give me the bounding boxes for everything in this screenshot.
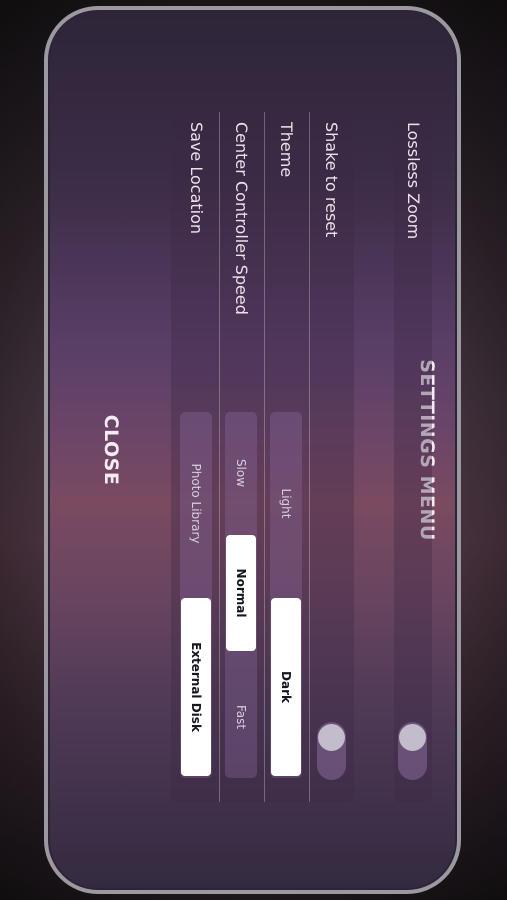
- theme-option-light[interactable]: Light: [270, 412, 302, 595]
- theme-row: Theme Light Dark: [264, 112, 309, 802]
- save-location-segmented-control: Photo Library External Disk: [180, 412, 212, 778]
- close-button[interactable]: CLOSE: [91, 12, 131, 888]
- settings-panel: Shake to reset Theme Light Dark Center C…: [171, 112, 354, 802]
- controller-speed-label: Center Controller Speed: [232, 122, 251, 315]
- theme-option-dark[interactable]: Dark: [271, 598, 301, 776]
- toggle-knob: [399, 724, 426, 751]
- theme-label: Theme: [277, 122, 296, 178]
- lossless-zoom-label: Lossless Zoom: [404, 122, 423, 240]
- shake-to-reset-row: Shake to reset: [309, 112, 354, 802]
- lossless-zoom-row: Lossless Zoom: [394, 112, 432, 802]
- settings-screen: SETTINGS MENU Lossless Zoom Shake to res…: [50, 12, 455, 888]
- controller-speed-segmented-control: Slow Normal Fast: [225, 412, 257, 778]
- theme-segmented-control: Light Dark: [270, 412, 302, 778]
- controller-speed-row: Center Controller Speed Slow Normal Fast: [219, 112, 264, 802]
- shake-to-reset-label: Shake to reset: [322, 122, 341, 238]
- save-location-label: Save Location: [187, 122, 206, 235]
- shake-to-reset-toggle[interactable]: [317, 722, 346, 780]
- settings-content: SETTINGS MENU Lossless Zoom Shake to res…: [50, 12, 455, 888]
- save-location-row: Save Location Photo Library External Dis…: [174, 112, 219, 802]
- speed-option-normal[interactable]: Normal: [226, 535, 256, 651]
- save-option-photo-library[interactable]: Photo Library: [180, 412, 212, 595]
- toggle-knob: [318, 724, 345, 751]
- lossless-zoom-toggle[interactable]: [398, 722, 427, 780]
- speed-option-slow[interactable]: Slow: [225, 412, 257, 534]
- save-option-external-disk[interactable]: External Disk: [181, 598, 211, 776]
- speed-option-fast[interactable]: Fast: [225, 656, 257, 778]
- lossless-zoom-panel: Lossless Zoom: [394, 112, 432, 802]
